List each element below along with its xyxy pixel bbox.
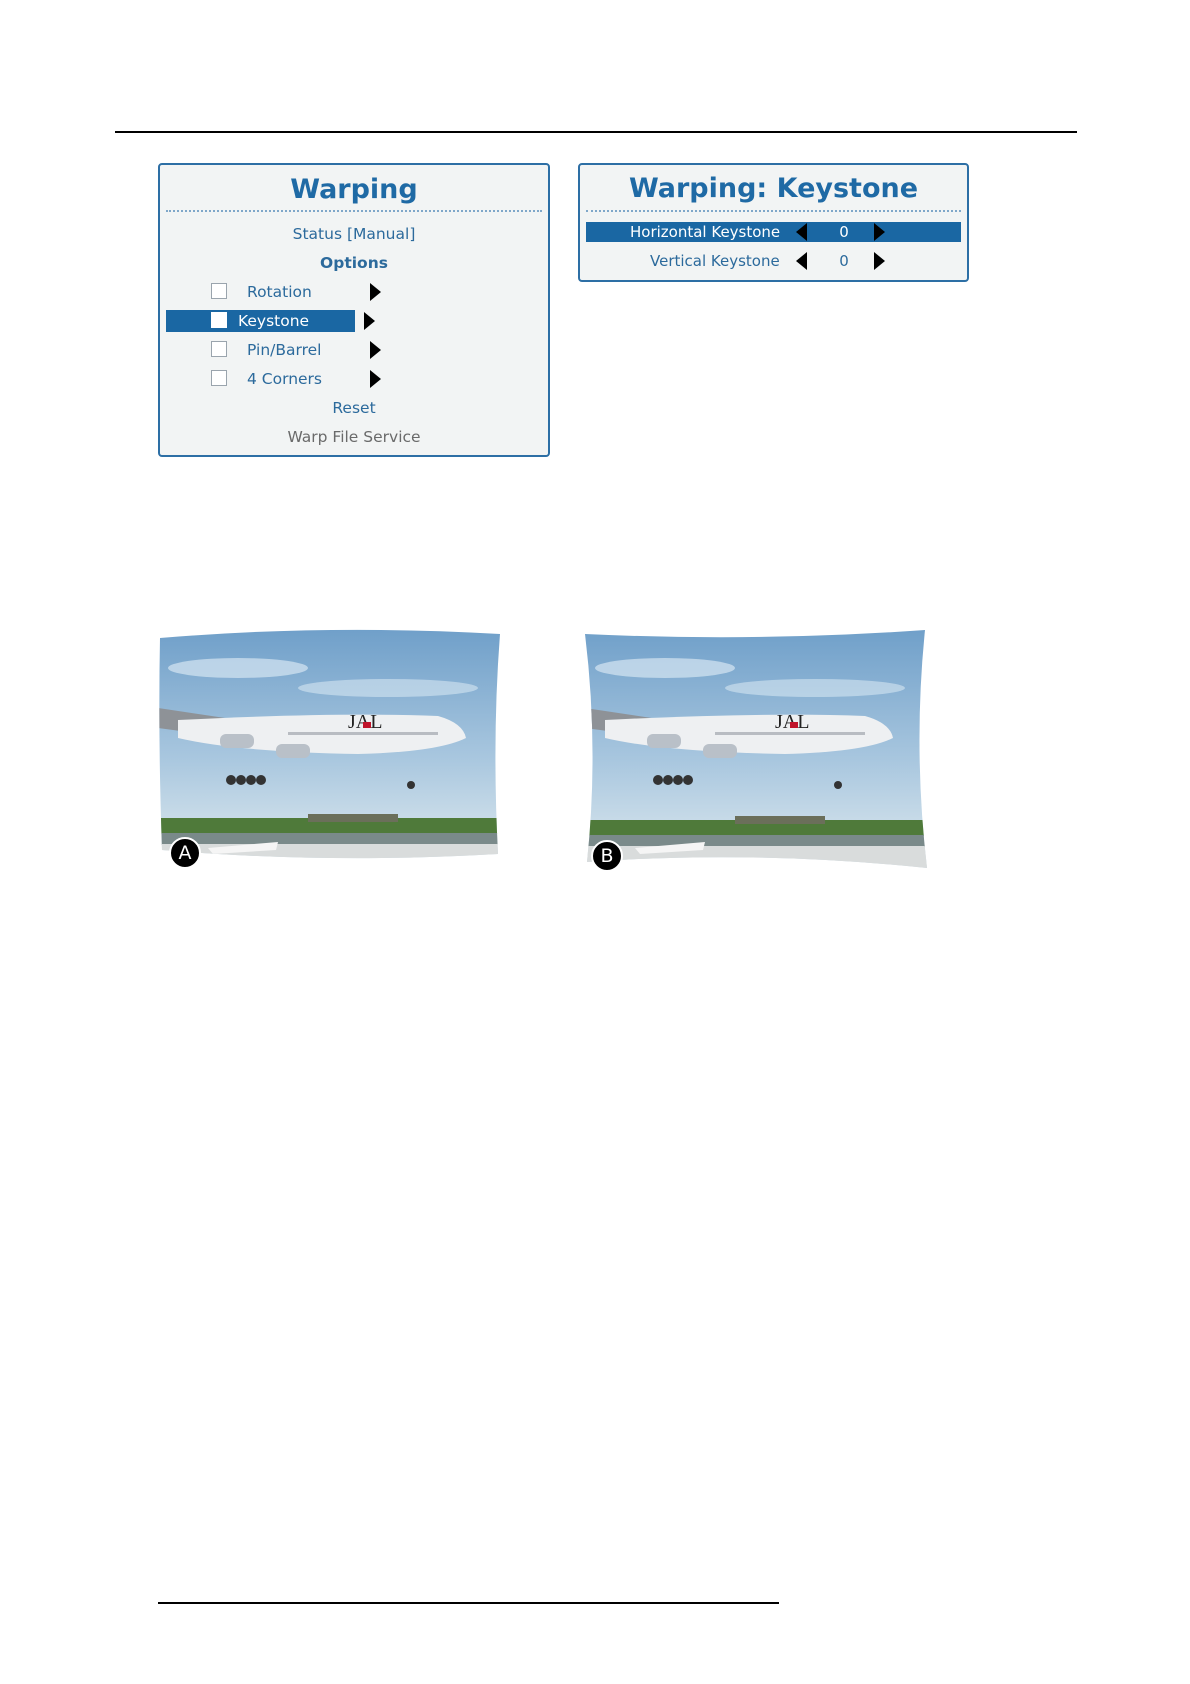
image-b-badge: B <box>591 840 623 872</box>
horizontal-keystone-row[interactable]: Horizontal Keystone 0 <box>586 222 961 242</box>
option-label: 4 Corners <box>247 370 323 388</box>
keystone-menu-title: Warping: Keystone <box>628 173 919 204</box>
vertical-keystone-value[interactable]: 0 <box>829 252 859 270</box>
vertical-keystone-label: Vertical Keystone <box>650 252 780 270</box>
reset-button[interactable]: Reset <box>160 399 548 417</box>
keystone-menu-panel: Warping: Keystone Horizontal Keystone 0 … <box>578 163 969 282</box>
pin-barrel-checkbox[interactable] <box>211 341 227 357</box>
option-rotation[interactable]: Rotation <box>166 281 536 303</box>
decrease-arrow-icon[interactable] <box>796 252 807 270</box>
option-pin-barrel[interactable]: Pin/Barrel <box>166 339 536 361</box>
4-corners-checkbox[interactable] <box>211 370 227 386</box>
horizontal-keystone-value[interactable]: 0 <box>829 223 859 241</box>
increase-arrow-icon[interactable] <box>874 223 885 241</box>
option-keystone[interactable]: Keystone <box>166 310 355 332</box>
vertical-keystone-row[interactable]: Vertical Keystone 0 <box>586 251 961 271</box>
warping-menu-panel: Warping Status [Manual] Options Rotation… <box>158 163 550 457</box>
warp-file-service-item[interactable]: Warp File Service <box>160 428 548 446</box>
horizontal-keystone-label: Horizontal Keystone <box>630 223 781 241</box>
keystone-checkbox[interactable] <box>211 312 227 328</box>
warped-image-b: JAL B <box>585 628 929 872</box>
submenu-arrow-icon[interactable] <box>370 370 381 388</box>
header-rule <box>115 131 1077 133</box>
submenu-arrow-icon[interactable] <box>370 341 381 359</box>
airplane-landing-photo: JAL <box>159 629 500 859</box>
warped-image-a: JAL A <box>158 628 502 869</box>
option-label: Keystone <box>238 312 310 330</box>
options-header: Options <box>320 254 388 272</box>
status-text[interactable]: Status [Manual] <box>160 225 548 243</box>
title-divider <box>166 210 542 212</box>
rotation-checkbox[interactable] <box>211 283 227 299</box>
decrease-arrow-icon[interactable] <box>796 223 807 241</box>
title-divider <box>586 210 961 212</box>
image-a-badge: A <box>169 837 201 869</box>
option-label: Rotation <box>247 283 312 301</box>
submenu-arrow-icon[interactable] <box>364 312 375 330</box>
warping-menu-title: Warping <box>290 174 418 205</box>
option-4-corners[interactable]: 4 Corners <box>166 368 536 390</box>
airplane-landing-photo: JAL <box>585 630 927 868</box>
option-label: Pin/Barrel <box>247 341 322 359</box>
increase-arrow-icon[interactable] <box>874 252 885 270</box>
footer-rule <box>158 1602 779 1604</box>
submenu-arrow-icon[interactable] <box>370 283 381 301</box>
